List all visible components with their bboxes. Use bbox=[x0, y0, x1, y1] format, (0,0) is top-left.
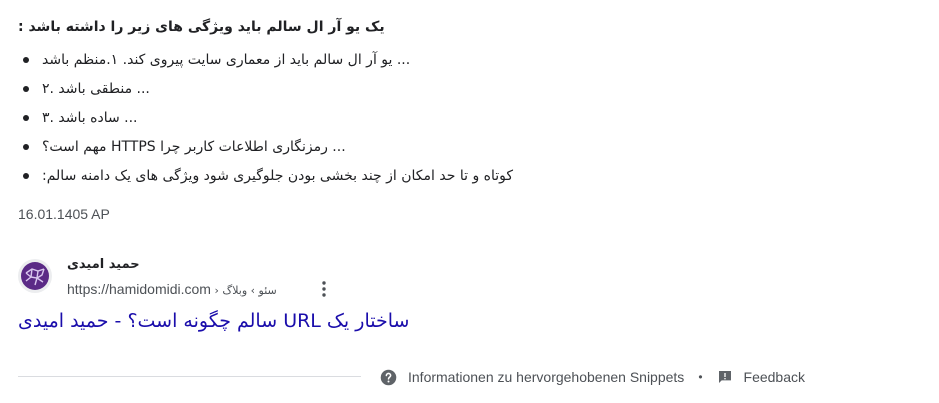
site-name[interactable]: حمید امیدی bbox=[67, 256, 140, 274]
result-title-link[interactable]: ساختار یک URL سالم چگونه است؟ - حمید امی… bbox=[18, 306, 409, 336]
about-snippets-link[interactable]: Informationen zu hervorgehobenen Snippet… bbox=[380, 369, 684, 386]
purple-network-logo-icon[interactable] bbox=[18, 259, 52, 293]
list-item: ... رمزنگاری اطلاعات کاربر چرا HTTPS مهم… bbox=[18, 137, 518, 166]
list-item: ... ساده باشد .۳ bbox=[18, 108, 518, 137]
snippet-heading: یک یو آر ال سالم باید ویژگی های زیر را د… bbox=[18, 19, 385, 35]
feedback-flag-icon bbox=[718, 371, 731, 383]
list-item: ... یو آر ال سالم باید از معماری سایت پی… bbox=[18, 50, 518, 79]
featured-snippet: یک یو آر ال سالم باید ویژگی های زیر را د… bbox=[18, 16, 518, 195]
question-circle-icon bbox=[380, 369, 397, 385]
list-item: ... منطقی باشد .۲ bbox=[18, 79, 518, 108]
feedback-label[interactable]: Feedback bbox=[744, 369, 805, 385]
footer-divider bbox=[18, 376, 361, 377]
snippet-date: 16.01.1405 AP bbox=[18, 206, 110, 222]
about-snippets-label[interactable]: Informationen zu hervorgehobenen Snippet… bbox=[408, 369, 684, 385]
three-dot-menu-icon[interactable] bbox=[318, 280, 330, 298]
result-source[interactable]: حمید امیدی https://hamidomidi.com › سئو … bbox=[18, 256, 378, 298]
breadcrumb: › سئو › وبلاگ bbox=[210, 284, 277, 297]
list-item: کوتاه و تا حد امکان از چند بخشی بودن جلو… bbox=[18, 166, 518, 195]
site-url[interactable]: https://hamidomidi.com › سئو › وبلاگ bbox=[67, 280, 277, 300]
snippet-footer: Informationen zu hervorgehobenen Snippet… bbox=[380, 366, 805, 388]
feedback-link[interactable]: Feedback bbox=[717, 369, 805, 385]
url-text[interactable]: https://hamidomidi.com bbox=[67, 281, 211, 297]
footer-separator: • bbox=[698, 370, 703, 384]
snippet-list: ... یو آر ال سالم باید از معماری سایت پی… bbox=[18, 50, 518, 195]
